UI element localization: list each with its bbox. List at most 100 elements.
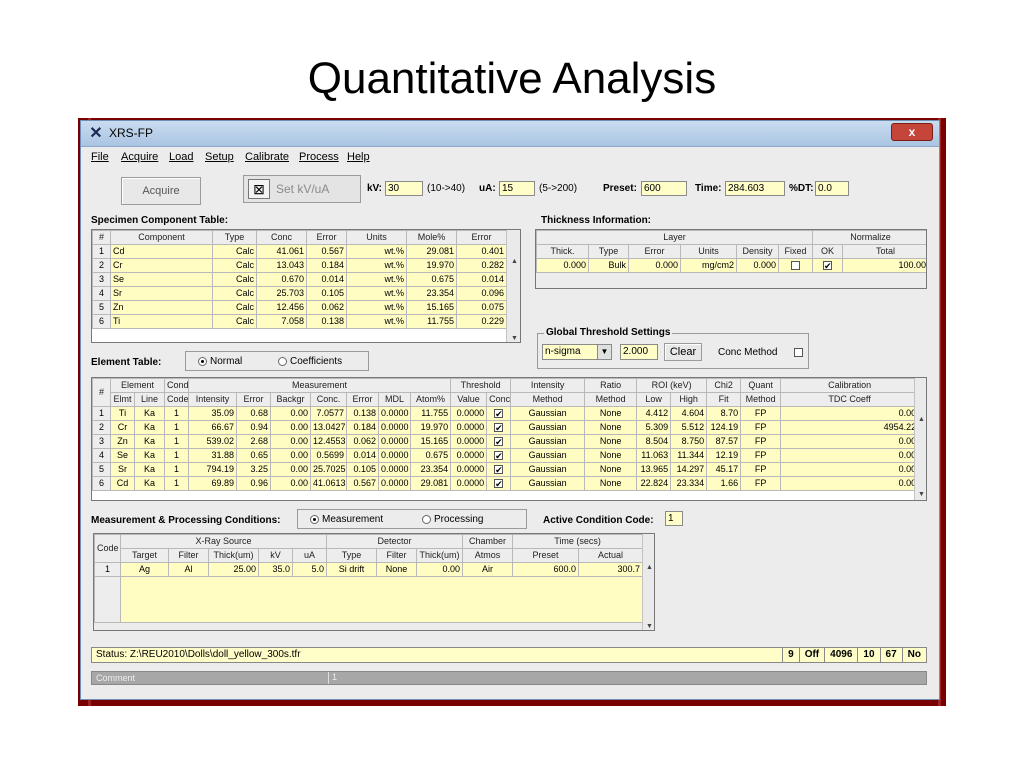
table-cell[interactable]: 0.5699	[310, 448, 347, 463]
table-cell[interactable]: 0.567	[306, 244, 347, 259]
table-cell[interactable]: 66.67	[188, 420, 237, 435]
table-cell[interactable]: 0.000	[536, 258, 589, 273]
table-cell[interactable]: 0.00	[270, 476, 311, 491]
checkbox[interactable]: ✔	[494, 409, 504, 419]
table-cell[interactable]: Air	[462, 562, 514, 577]
setkv-button[interactable]: Set kV/uA	[276, 182, 329, 196]
checkbox[interactable]: ✔	[823, 261, 833, 271]
table-cell[interactable]: Sr	[110, 462, 135, 477]
comment-value[interactable]: 1	[328, 672, 337, 684]
table-cell[interactable]: 5.309	[636, 420, 672, 435]
table-cell[interactable]: 0.0000	[378, 420, 411, 435]
checkbox[interactable]	[791, 261, 801, 271]
table-cell[interactable]: Gaussian	[510, 420, 586, 435]
table-cell[interactable]: 31.88	[188, 448, 237, 463]
table-cell[interactable]: 11.344	[670, 448, 708, 463]
table-cell[interactable]: Ka	[134, 406, 165, 421]
table-row[interactable]: 5 Sr Ka 1 794.19 3.25 0.00 25.7025 0.105 0.0000 23…	[92, 462, 920, 477]
table-cell[interactable]: FP	[740, 434, 782, 449]
threshold-input[interactable]: 2.000	[620, 344, 658, 360]
table-cell[interactable]: 0.096	[456, 286, 507, 301]
table-cell[interactable]: 1	[164, 448, 189, 463]
table-cell[interactable]: wt.%	[346, 286, 407, 301]
acquire-button[interactable]: Acquire	[121, 177, 201, 205]
table-cell[interactable]: Cd	[110, 244, 213, 259]
table-cell[interactable]: Ag	[120, 562, 169, 577]
menu-setup[interactable]: Setup	[205, 151, 234, 163]
table-cell[interactable]: 0.00	[780, 462, 920, 477]
table-cell[interactable]: FP	[740, 448, 782, 463]
menu-acquire[interactable]: Acquire	[121, 151, 158, 163]
table-cell[interactable]: 87.57	[706, 434, 742, 449]
table-cell[interactable]: 0.00	[270, 462, 311, 477]
table-cell[interactable]: 0.94	[236, 420, 271, 435]
table-cell[interactable]: 0.138	[306, 314, 347, 329]
ua-input[interactable]: 15	[499, 181, 535, 196]
clear-button[interactable]: Clear	[664, 343, 702, 361]
table-cell[interactable]: 5.512	[670, 420, 708, 435]
table-cell[interactable]: 0.0000	[450, 476, 488, 491]
conc-checkbox-cell[interactable]: ✔	[486, 462, 512, 477]
table-cell[interactable]: Gaussian	[510, 434, 586, 449]
table-cell[interactable]: 0.00	[780, 406, 920, 421]
table-cell[interactable]: 0.184	[346, 420, 379, 435]
table-cell[interactable]: 0.014	[456, 272, 507, 287]
menu-file[interactable]: File	[91, 151, 109, 163]
table-cell[interactable]: None	[584, 462, 638, 477]
table-cell[interactable]: None	[376, 562, 418, 577]
table-row[interactable]: 1 Ti Ka 1 35.09 0.68 0.00 7.0577 0.138 0.0000 11.7…	[92, 406, 920, 421]
table-row[interactable]: 4 Se Ka 1 31.88 0.65 0.00 0.5699 0.014 0.0000 0.67…	[92, 448, 920, 463]
table-cell[interactable]: 0.0000	[378, 448, 411, 463]
table-cell[interactable]: 35.0	[258, 562, 293, 577]
table-cell[interactable]: 0.00	[416, 562, 464, 577]
table-cell[interactable]: 600.0	[512, 562, 580, 577]
table-cell[interactable]: Cd	[110, 476, 135, 491]
table-cell[interactable]: Calc	[212, 286, 257, 301]
table-cell[interactable]: 8.70	[706, 406, 742, 421]
opt-normal[interactable]: Normal	[198, 356, 242, 367]
conc-method-checkbox[interactable]	[794, 348, 803, 357]
table-cell[interactable]: Gaussian	[510, 476, 586, 491]
table-cell[interactable]: 41.061	[256, 244, 307, 259]
table-cell[interactable]: 7.0577	[310, 406, 347, 421]
table-cell[interactable]: 12.4553	[310, 434, 347, 449]
table-cell[interactable]: 0.0000	[378, 476, 411, 491]
radio-coefficients[interactable]	[278, 356, 287, 366]
table-row[interactable]: 3 Se Calc 0.670 0.014 wt.% 0.675 0.014	[92, 272, 507, 287]
table-cell[interactable]: 1	[164, 434, 189, 449]
table-cell[interactable]: 0.00	[270, 448, 311, 463]
table-cell[interactable]: wt.%	[346, 258, 407, 273]
table-cell[interactable]: None	[584, 448, 638, 463]
table-cell[interactable]: 19.970	[406, 258, 457, 273]
table-cell[interactable]: 4.412	[636, 406, 672, 421]
table-cell[interactable]: 0.000	[628, 258, 681, 273]
table-cell[interactable]: 1	[164, 406, 189, 421]
table-cell[interactable]: 5.0	[291, 562, 328, 577]
table-cell[interactable]: 0.675	[406, 272, 457, 287]
xray-tube-icon[interactable]: ⊠	[248, 179, 270, 199]
table-cell[interactable]: 12.19	[706, 448, 742, 463]
table-cell[interactable]: 8.750	[670, 434, 708, 449]
table-cell[interactable]: 8.504	[636, 434, 672, 449]
table-cell[interactable]: 0.014	[346, 448, 379, 463]
table-cell[interactable]: None	[584, 406, 638, 421]
table-cell[interactable]: 0.282	[456, 258, 507, 273]
table-cell[interactable]: 0.0000	[450, 434, 488, 449]
table-cell[interactable]: 0.0000	[378, 406, 411, 421]
table-cell[interactable]: 13.043	[256, 258, 307, 273]
element-table-scrollbar[interactable]: ▲ ▼	[914, 378, 926, 500]
checkbox[interactable]: ✔	[494, 437, 504, 447]
table-row[interactable]: 2 Cr Calc 13.043 0.184 wt.% 19.970 0.282	[92, 258, 507, 273]
table-row[interactable]: 6 Cd Ka 1 69.89 0.96 0.00 41.0613 0.567 0.0000 29.…	[92, 476, 920, 491]
table-cell[interactable]: Se	[110, 448, 135, 463]
table-cell[interactable]: 45.17	[706, 462, 742, 477]
scroll-up-icon[interactable]: ▲	[915, 416, 926, 423]
table-cell[interactable]: 0.00	[780, 448, 920, 463]
table-cell[interactable]: Al	[168, 562, 209, 577]
table-cell[interactable]: Ti	[110, 406, 135, 421]
checkbox[interactable]: ✔	[494, 451, 504, 461]
table-cell[interactable]: 100.00	[842, 258, 926, 273]
table-cell[interactable]: 300.7	[578, 562, 644, 577]
opt-coefficients[interactable]: Coefficients	[278, 356, 342, 367]
table-cell[interactable]: 1	[164, 476, 189, 491]
